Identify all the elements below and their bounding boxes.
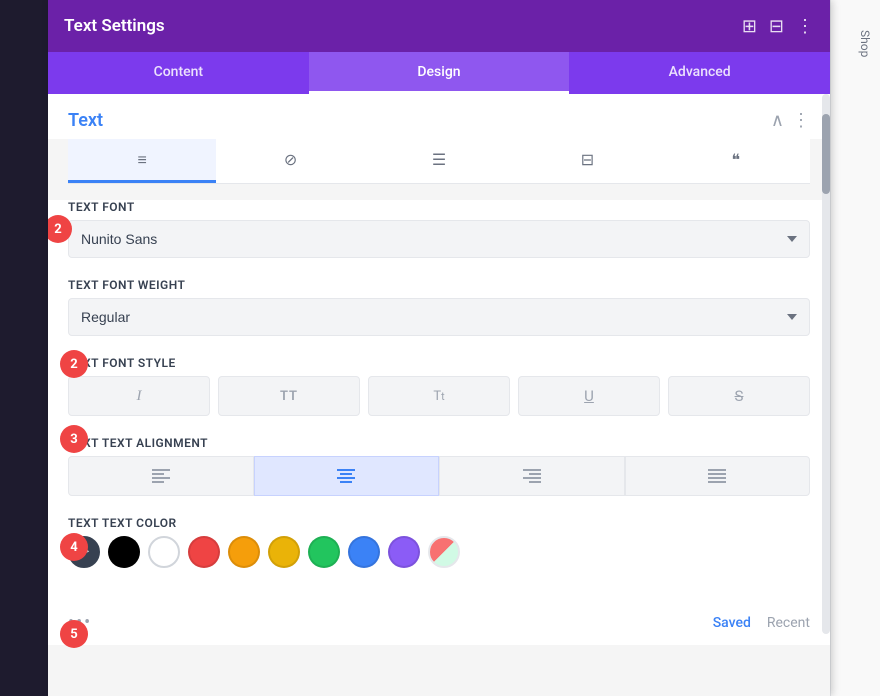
uppercase-button[interactable]: TT (218, 376, 360, 416)
saved-link[interactable]: Saved (713, 615, 751, 631)
section-menu-icon[interactable]: ⋮ (792, 110, 810, 131)
step-3-container: 3 (60, 425, 88, 453)
badge-2-outer: 2 (60, 350, 88, 378)
icon-tab-ol[interactable]: ⊟ (513, 139, 661, 183)
settings-panel: Text Settings ⊞ ⊟ ⋮ Content Design Advan… (48, 0, 830, 696)
tab-advanced[interactable]: Advanced (569, 52, 830, 94)
section-header: Text ∧ ⋮ (48, 94, 830, 139)
badge-4-outer: 4 (60, 533, 88, 561)
color-swatches: ✏ (68, 536, 810, 568)
icon-tab-text[interactable]: ≡ (68, 139, 216, 183)
section-actions: ∧ ⋮ (771, 110, 810, 131)
step-2-badge: 2 (48, 215, 72, 243)
saved-recent-links: Saved Recent (713, 615, 810, 631)
text-font-weight-select[interactable]: Regular Bold Light (68, 298, 810, 336)
align-justify-button[interactable] (625, 456, 811, 496)
strikethrough-button[interactable]: S (668, 376, 810, 416)
form-section: 2 Text Font Nunito Sans Arial Georgia Te… (48, 200, 830, 604)
text-alignment-group: Text Text Alignment (68, 436, 810, 496)
text-font-weight-group: Text Font Weight Regular Bold Light (68, 278, 810, 336)
expand-icon[interactable]: ⊞ (742, 16, 757, 37)
icon-tab-list[interactable]: ☰ (365, 139, 513, 183)
color-white-swatch[interactable] (148, 536, 180, 568)
panel-header: Text Settings ⊞ ⊟ ⋮ (48, 0, 830, 52)
right-panel: Shop (830, 0, 880, 696)
icon-tab-row: ≡ ⊘ ☰ ⊟ ❝ (68, 139, 810, 184)
lowercase-button[interactable]: Tt (368, 376, 510, 416)
scrollbar-thumb[interactable] (822, 114, 830, 194)
more-icon[interactable]: ⋮ (796, 16, 814, 37)
color-purple-swatch[interactable] (388, 536, 420, 568)
text-color-label: Text Text Color (68, 516, 810, 530)
color-yellow-swatch[interactable] (268, 536, 300, 568)
text-color-group: Text Text Color ✏ (68, 516, 810, 568)
text-font-weight-label: Text Font Weight (68, 278, 810, 292)
tab-bar: Content Design Advanced (48, 52, 830, 94)
text-font-style-label: Text Font Style (68, 356, 810, 370)
color-orange-swatch[interactable] (228, 536, 260, 568)
left-sidebar (0, 0, 48, 696)
saved-recent-row: ••• Saved Recent (48, 604, 830, 645)
section-title: Text (68, 110, 103, 131)
italic-button[interactable]: I (68, 376, 210, 416)
columns-icon[interactable]: ⊟ (769, 16, 784, 37)
alignment-buttons (68, 456, 810, 496)
tab-content[interactable]: Content (48, 52, 309, 94)
right-panel-text: Shop (858, 30, 872, 57)
collapse-icon[interactable]: ∧ (771, 110, 784, 131)
icon-tab-quote[interactable]: ❝ (662, 139, 810, 183)
tab-design[interactable]: Design (309, 52, 570, 94)
text-font-group: 2 Text Font Nunito Sans Arial Georgia (68, 200, 810, 258)
step-2-container: 2 (60, 350, 88, 378)
color-green-swatch[interactable] (308, 536, 340, 568)
font-style-buttons: I TT Tt U S (68, 376, 810, 416)
header-icons: ⊞ ⊟ ⋮ (742, 16, 814, 37)
color-red-swatch[interactable] (188, 536, 220, 568)
text-font-select[interactable]: Nunito Sans Arial Georgia (68, 220, 810, 258)
color-gradient-swatch[interactable] (428, 536, 460, 568)
scrollbar-track[interactable] (822, 94, 830, 634)
recent-link[interactable]: Recent (767, 615, 810, 631)
align-right-button[interactable] (439, 456, 625, 496)
step-4-container: 4 (60, 533, 88, 561)
align-center-button[interactable] (254, 456, 440, 496)
step-5-container: 5 (60, 620, 88, 648)
badge-5-outer: 5 (60, 620, 88, 648)
badge-2: 2 (48, 215, 72, 243)
badge-3-outer: 3 (60, 425, 88, 453)
align-left-button[interactable] (68, 456, 254, 496)
color-blue-swatch[interactable] (348, 536, 380, 568)
underline-button[interactable]: U (518, 376, 660, 416)
text-font-label: Text Font (68, 200, 810, 214)
text-font-style-group: Text Font Style I TT Tt U S (68, 356, 810, 416)
panel-content: Text ∧ ⋮ ≡ ⊘ ☰ ⊟ ❝ 2 Text Font (48, 94, 830, 696)
text-alignment-label: Text Text Alignment (68, 436, 810, 450)
color-black-swatch[interactable] (108, 536, 140, 568)
icon-tab-link[interactable]: ⊘ (216, 139, 364, 183)
panel-title: Text Settings (64, 16, 165, 36)
